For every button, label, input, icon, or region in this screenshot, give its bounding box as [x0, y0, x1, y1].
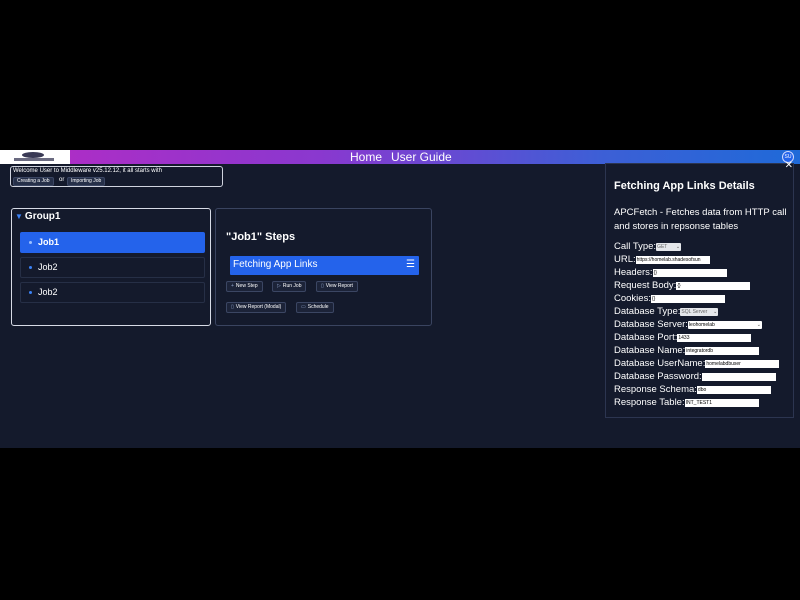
- call-type-select[interactable]: GET ⌄: [656, 243, 682, 251]
- call-type-label: Call Type:: [614, 241, 657, 252]
- cookies-label: Cookies:: [614, 293, 651, 304]
- request-body-input[interactable]: {}: [676, 282, 751, 290]
- step-label: Fetching App Links: [233, 259, 318, 270]
- database-name-label: Database Name:: [614, 345, 686, 356]
- schedule-button[interactable]: ▭ Schedule: [296, 302, 334, 313]
- database-type-select[interactable]: SQL Server ⌄: [680, 308, 719, 316]
- cookies-row: Cookies: {}: [614, 293, 725, 305]
- database-port-row: Database Port: 1433: [614, 332, 752, 344]
- run-job-button[interactable]: ▷ Run Job: [272, 281, 307, 292]
- group-title: Group1: [24, 211, 61, 222]
- database-username-label: Database UserName:: [614, 358, 706, 369]
- url-input[interactable]: https://homelab.shadesofsun: [635, 256, 710, 264]
- top-navigation-bar: Home User Guide SU: [0, 150, 800, 164]
- headers-row: Headers: {}: [614, 267, 727, 279]
- view-report-label: View Report: [325, 283, 353, 289]
- response-table-input[interactable]: INT_TEST1: [684, 399, 759, 407]
- response-schema-label: Response Schema:: [614, 384, 697, 395]
- database-port-input[interactable]: 1433: [677, 334, 752, 342]
- import-job-button[interactable]: Importing Job: [67, 177, 106, 186]
- welcome-banner: Welcome User to Middleware v25.12.12, it…: [10, 166, 223, 187]
- bullet-icon: [29, 266, 32, 269]
- chevron-down-icon: ⌄: [756, 322, 761, 328]
- group-panel: ▼ Group1 Job1 Job2 Job2: [11, 208, 211, 326]
- job-item-job1[interactable]: Job1: [20, 232, 205, 253]
- response-schema-row: Response Schema: dbo: [614, 384, 771, 396]
- new-step-button[interactable]: + New Step: [226, 281, 263, 292]
- job-item-job2-duplicate[interactable]: Job2: [20, 282, 205, 303]
- calendar-icon: ▭: [301, 304, 306, 310]
- view-report-button[interactable]: ▯ View Report: [316, 281, 358, 292]
- database-type-value: SQL Server: [681, 309, 708, 315]
- job-item-label: Job2: [38, 287, 58, 297]
- database-server-value: leohomelab: [688, 322, 715, 328]
- database-password-row: Database Password:: [614, 371, 776, 383]
- database-name-input[interactable]: integratordb: [685, 347, 760, 355]
- details-description: APCFetch - Fetches data from HTTP call a…: [614, 207, 787, 232]
- database-server-label: Database Server:: [614, 319, 688, 330]
- plus-icon: +: [231, 283, 234, 289]
- url-label: URL:: [614, 254, 636, 265]
- document-icon: ▯: [321, 283, 324, 289]
- steps-title: "Job1" Steps: [226, 231, 296, 243]
- database-username-row: Database UserName: homelabdbuser: [614, 358, 780, 370]
- cookies-input[interactable]: {}: [650, 295, 725, 303]
- chevron-down-icon: ⌄: [713, 309, 718, 315]
- database-name-row: Database Name: integratordb: [614, 345, 760, 357]
- request-body-label: Request Body:: [614, 280, 677, 291]
- url-row: URL: https://homelab.shadesofsun: [614, 254, 710, 266]
- database-password-input[interactable]: [701, 373, 776, 381]
- job-item-job2[interactable]: Job2: [20, 257, 205, 278]
- database-password-label: Database Password:: [614, 371, 702, 382]
- bullet-icon: [29, 291, 32, 294]
- close-icon[interactable]: ✕: [785, 160, 793, 171]
- headers-label: Headers:: [614, 267, 653, 278]
- play-icon: ▷: [277, 283, 281, 289]
- job-item-label: Job1: [38, 237, 60, 247]
- or-text: or: [59, 177, 65, 183]
- request-body-row: Request Body: {}: [614, 280, 751, 292]
- welcome-text: Welcome User to Middleware v25.12.12, it…: [13, 168, 162, 174]
- database-type-row: Database Type: SQL Server ⌄: [614, 306, 719, 318]
- schedule-label: Schedule: [307, 304, 329, 310]
- chevron-down-icon: ⌄: [675, 244, 681, 250]
- call-type-row: Call Type: GET ⌄: [614, 241, 682, 253]
- nav-user-guide-link[interactable]: User Guide: [391, 150, 452, 164]
- database-type-label: Database Type:: [614, 306, 681, 317]
- view-report-modal-button[interactable]: ▯ View Report (Modal): [226, 302, 287, 313]
- database-port-label: Database Port:: [614, 332, 678, 343]
- app-window: Home User Guide SU Welcome User to Middl…: [0, 150, 800, 448]
- bullet-icon: [29, 241, 32, 244]
- caret-down-icon: ▼: [15, 212, 23, 221]
- document-icon: ▯: [231, 304, 234, 310]
- response-table-label: Response Table:: [614, 397, 685, 408]
- response-schema-input[interactable]: dbo: [696, 386, 771, 394]
- step-item-fetching-app-links[interactable]: Fetching App Links ☰: [230, 256, 419, 275]
- database-server-row: Database Server: leohomelab ⌄: [614, 319, 762, 331]
- step-details-panel: ✕ Fetching App Links Details APCFetch - …: [605, 160, 794, 418]
- call-type-value: GET: [657, 244, 668, 250]
- create-job-button[interactable]: Creating a Job: [13, 177, 54, 186]
- hamburger-icon[interactable]: ☰: [406, 259, 415, 270]
- response-table-row: Response Table: INT_TEST1: [614, 397, 759, 409]
- job-item-label: Job2: [38, 262, 58, 272]
- new-step-label: New Step: [235, 283, 258, 289]
- database-username-input[interactable]: homelabdbuser: [705, 360, 780, 368]
- job-steps-panel: "Job1" Steps Fetching App Links ☰ + New S…: [215, 208, 432, 326]
- details-title: Fetching App Links Details: [614, 180, 755, 192]
- group-header[interactable]: ▼ Group1: [15, 211, 60, 222]
- headers-input[interactable]: {}: [652, 269, 727, 277]
- view-report-modal-label: View Report (Modal): [235, 304, 282, 310]
- run-job-label: Run Job: [282, 283, 302, 289]
- company-logo[interactable]: [0, 150, 70, 164]
- nav-home-link[interactable]: Home: [350, 150, 382, 164]
- logo-wordmark: [14, 158, 54, 161]
- database-server-select[interactable]: leohomelab ⌄: [687, 321, 762, 329]
